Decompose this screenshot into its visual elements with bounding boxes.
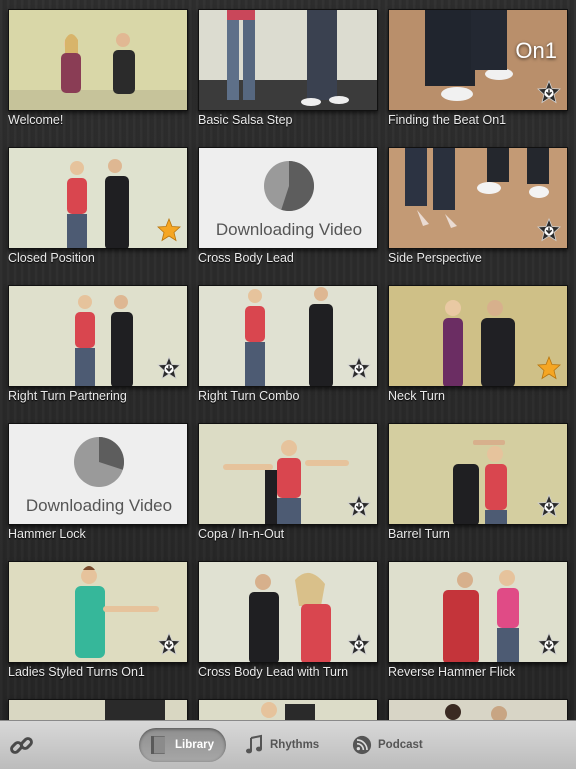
tab-label: Rhythms [270, 739, 320, 751]
tab-library[interactable]: Library [139, 728, 226, 762]
video-thumbnail: Downloading Video [8, 423, 188, 525]
video-thumbnail [198, 423, 378, 525]
tab-podcast[interactable]: Podcast [352, 728, 423, 762]
video-tile[interactable]: Barrel Turn [388, 423, 568, 541]
video-title: Basic Salsa Step [198, 113, 293, 127]
video-thumbnail [8, 285, 188, 387]
tab-bar: Library Rhythms Podcast [0, 720, 576, 769]
download-icon[interactable] [347, 356, 371, 380]
video-tile[interactable]: Ladies Styled Turns On1 [8, 561, 188, 679]
download-progress-pie [74, 437, 124, 487]
video-thumbnail [388, 423, 568, 525]
video-title: Hammer Lock [8, 527, 86, 541]
video-tile[interactable] [198, 699, 378, 720]
download-status-text: Downloading Video [25, 496, 173, 515]
video-tile[interactable]: Cross Body Lead with Turn [198, 561, 378, 679]
music-note-icon [246, 734, 262, 754]
video-thumbnail [8, 147, 188, 249]
video-title: Side Perspective [388, 251, 482, 265]
video-title: Barrel Turn [388, 527, 450, 541]
video-thumbnail [198, 285, 378, 387]
tab-rhythms[interactable]: Rhythms [244, 728, 319, 762]
download-icon[interactable] [537, 494, 561, 518]
download-progress-pie [264, 161, 314, 211]
video-thumbnail [388, 285, 568, 387]
download-icon[interactable] [537, 632, 561, 656]
link-icon [10, 737, 33, 754]
video-tile[interactable]: Welcome! [8, 9, 188, 127]
video-tile[interactable]: Downloading Video Cross Body Lead [198, 147, 378, 265]
video-tile[interactable]: On1 Finding the Beat On1 [388, 9, 568, 127]
video-title: Right Turn Partnering [8, 389, 127, 403]
video-title: Closed Position [8, 251, 95, 265]
book-icon [151, 736, 165, 754]
video-tile[interactable]: Side Perspective [388, 147, 568, 265]
link-button[interactable] [8, 733, 36, 759]
video-thumbnail [8, 9, 188, 111]
video-thumbnail: Downloading Video [198, 147, 378, 249]
video-tile[interactable]: Right Turn Partnering [8, 285, 188, 403]
video-thumbnail [388, 147, 568, 249]
video-thumbnail [388, 561, 568, 663]
download-icon[interactable] [347, 632, 371, 656]
video-overlay-label: On1 [515, 38, 557, 63]
download-icon[interactable] [537, 80, 561, 104]
favorite-star-icon[interactable] [537, 356, 561, 380]
video-title: Welcome! [8, 113, 64, 127]
video-thumbnail [388, 699, 568, 720]
favorite-star-icon[interactable] [157, 218, 181, 242]
video-tile[interactable] [388, 699, 568, 720]
video-tile[interactable]: Downloading Video Hammer Lock [8, 423, 188, 541]
video-tile[interactable]: Closed Position [8, 147, 188, 265]
video-thumbnail [198, 561, 378, 663]
video-tile[interactable]: Right Turn Combo [198, 285, 378, 403]
download-icon[interactable] [537, 218, 561, 242]
video-title: Ladies Styled Turns On1 [8, 665, 145, 679]
video-tile[interactable]: Reverse Hammer Flick [388, 561, 568, 679]
download-icon[interactable] [157, 356, 181, 380]
video-title: Finding the Beat On1 [388, 113, 507, 127]
download-status-text: Downloading Video [215, 220, 363, 239]
download-icon[interactable] [157, 632, 181, 656]
download-icon[interactable] [347, 494, 371, 518]
video-tile[interactable]: Basic Salsa Step [198, 9, 378, 127]
video-tile[interactable]: Copa / In-n-Out [198, 423, 378, 541]
video-thumbnail [8, 699, 188, 720]
video-title: Reverse Hammer Flick [388, 665, 516, 679]
video-tile[interactable]: Neck Turn [388, 285, 568, 403]
video-thumbnail [198, 9, 378, 111]
video-tile[interactable] [8, 699, 188, 720]
video-title: Right Turn Combo [198, 389, 300, 403]
video-grid: Welcome! Basic Salsa Step On1 Finding th… [0, 0, 576, 720]
rss-icon [352, 735, 372, 755]
video-thumbnail [8, 561, 188, 663]
tab-label: Library [175, 739, 214, 751]
video-title: Cross Body Lead with Turn [198, 665, 349, 679]
video-title: Cross Body Lead [198, 251, 294, 265]
tab-label: Podcast [378, 739, 423, 751]
video-title: Neck Turn [388, 389, 445, 403]
video-thumbnail: On1 [388, 9, 568, 111]
video-thumbnail [198, 699, 378, 720]
video-title: Copa / In-n-Out [198, 527, 285, 541]
